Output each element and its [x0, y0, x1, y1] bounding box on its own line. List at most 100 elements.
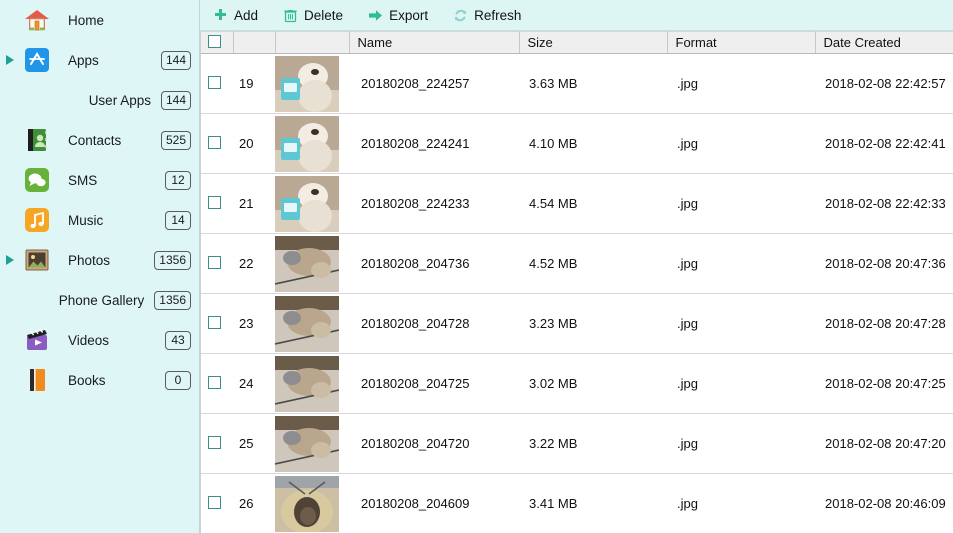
main-panel: Add Delete Export Refresh Name Size Form…	[200, 0, 953, 533]
row-checkbox[interactable]	[208, 375, 221, 389]
row-thumbnail-cell[interactable]	[275, 233, 349, 294]
row-checkbox-cell[interactable]	[201, 413, 233, 474]
export-button[interactable]: Export	[365, 3, 437, 27]
row-size: 3.02 MB	[519, 353, 667, 414]
row-checkbox[interactable]	[208, 435, 221, 449]
row-checkbox[interactable]	[208, 135, 221, 149]
row-date-created: 2018-02-08 20:47:36	[815, 233, 953, 294]
delete-button[interactable]: Delete	[280, 3, 352, 27]
select-all-checkbox[interactable]	[208, 34, 221, 48]
row-format: .jpg	[667, 353, 815, 414]
sidebar-item-photos[interactable]: Photos 1356	[0, 240, 199, 280]
photo-thumbnail[interactable]	[275, 295, 339, 352]
refresh-button[interactable]: Refresh	[450, 3, 530, 27]
column-header-thumbnail[interactable]	[275, 31, 350, 54]
table-row[interactable]: 20 20180208_224241 4.10 MB .jpg 2018-02-08 2…	[201, 113, 953, 174]
add-button[interactable]: Add	[210, 3, 267, 27]
row-thumbnail-cell[interactable]	[275, 413, 349, 474]
music-icon	[20, 207, 54, 233]
sidebar-item-apps[interactable]: Apps 144	[0, 40, 199, 80]
expand-arrow-icon[interactable]	[0, 55, 20, 65]
row-checkbox[interactable]	[208, 75, 221, 89]
plus-icon	[212, 7, 228, 23]
file-table-container[interactable]: Name Size Format Date Created 19 20180208…	[200, 31, 953, 533]
row-checkbox-cell[interactable]	[201, 53, 233, 114]
sidebar-item-label: Phone Gallery	[58, 292, 145, 308]
photo-thumbnail[interactable]	[275, 355, 339, 412]
row-thumbnail-cell[interactable]	[275, 293, 349, 354]
select-all-header[interactable]	[201, 31, 234, 54]
row-date-created: 2018-02-08 22:42:57	[815, 53, 953, 114]
row-checkbox-cell[interactable]	[201, 473, 233, 533]
delete-button-label: Delete	[304, 7, 344, 23]
sidebar-item-badge: 12	[165, 170, 191, 190]
row-date-created: 2018-02-08 22:42:41	[815, 113, 953, 174]
sidebar-item-label: Videos	[68, 332, 110, 348]
row-thumbnail-cell[interactable]	[275, 473, 349, 533]
sidebar-item-sms[interactable]: SMS 12	[0, 160, 199, 200]
row-checkbox-cell[interactable]	[201, 173, 233, 234]
row-checkbox-cell[interactable]	[201, 353, 233, 414]
column-header-date-created[interactable]: Date Created	[815, 31, 953, 54]
row-date-created: 2018-02-08 20:47:20	[815, 413, 953, 474]
row-index: 24	[233, 353, 275, 414]
sidebar-item-label: SMS	[68, 172, 98, 188]
sidebar-item-badge: 43	[165, 330, 191, 350]
sidebar-item-music[interactable]: Music 14	[0, 200, 199, 240]
table-row[interactable]: 21 20180208_224233 4.54 MB .jpg 2018-02-08 2…	[201, 173, 953, 234]
table-row[interactable]: 23 20180208_204728 3.23 MB .jpg 2018-02-08 2…	[201, 293, 953, 354]
photo-thumbnail[interactable]	[275, 415, 339, 472]
row-checkbox-cell[interactable]	[201, 233, 233, 294]
photo-thumbnail[interactable]	[275, 175, 339, 232]
sidebar: Home Apps 144 User Apps 144 Contacts 525…	[0, 0, 200, 533]
row-thumbnail-cell[interactable]	[275, 173, 349, 234]
table-row[interactable]: 24 20180208_204725 3.02 MB .jpg 2018-02-08 2…	[201, 353, 953, 414]
sidebar-item-videos[interactable]: Videos 43	[0, 320, 199, 360]
table-row[interactable]: 26 20180208_204609 3.41 MB .jpg 2018-02-08 2…	[201, 473, 953, 533]
refresh-button-label: Refresh	[474, 7, 522, 23]
row-checkbox-cell[interactable]	[201, 293, 233, 354]
row-name: 20180208_204720	[349, 413, 519, 474]
sidebar-item-badge: 1356	[154, 250, 191, 270]
export-button-label: Export	[389, 7, 429, 23]
row-checkbox[interactable]	[208, 495, 221, 509]
sidebar-item-badge: 144	[160, 90, 191, 110]
photo-thumbnail[interactable]	[275, 115, 339, 172]
expand-arrow-icon[interactable]	[0, 255, 20, 265]
photo-thumbnail[interactable]	[275, 235, 339, 292]
table-row[interactable]: 22 20180208_204736 4.52 MB .jpg 2018-02-08 2…	[201, 233, 953, 294]
refresh-icon	[452, 7, 468, 23]
column-header-size[interactable]: Size	[519, 31, 668, 54]
photo-thumbnail[interactable]	[275, 55, 339, 112]
row-checkbox[interactable]	[208, 315, 221, 329]
table-body: 19 20180208_224257 3.63 MB .jpg 2018-02-08 2…	[201, 53, 953, 533]
table-row[interactable]: 25 20180208_204720 3.22 MB .jpg 2018-02-08 2…	[201, 413, 953, 474]
row-index: 23	[233, 293, 275, 354]
sidebar-item-badge: 14	[165, 210, 191, 230]
row-name: 20180208_204728	[349, 293, 519, 354]
table-header-row: Name Size Format Date Created	[201, 31, 953, 54]
row-thumbnail-cell[interactable]	[275, 113, 349, 174]
sidebar-item-label: Music	[68, 212, 104, 228]
row-thumbnail-cell[interactable]	[275, 353, 349, 414]
sidebar-item-books[interactable]: Books 0	[0, 360, 199, 400]
row-checkbox[interactable]	[208, 255, 221, 269]
row-thumbnail-cell[interactable]	[275, 53, 349, 114]
row-date-created: 2018-02-08 22:42:33	[815, 173, 953, 234]
row-size: 3.41 MB	[519, 473, 667, 533]
sidebar-item-contacts[interactable]: Contacts 525	[0, 120, 199, 160]
column-header-index[interactable]	[233, 31, 276, 54]
toolbar: Add Delete Export Refresh	[200, 0, 953, 31]
column-header-name[interactable]: Name	[349, 31, 520, 54]
row-checkbox[interactable]	[208, 195, 221, 209]
sidebar-item-phone-gallery[interactable]: Phone Gallery 1356	[0, 280, 199, 320]
apps-icon	[20, 47, 54, 73]
photo-thumbnail[interactable]	[275, 475, 339, 532]
column-header-format[interactable]: Format	[667, 31, 816, 54]
row-checkbox-cell[interactable]	[201, 113, 233, 174]
table-row[interactable]: 19 20180208_224257 3.63 MB .jpg 2018-02-08 2…	[201, 53, 953, 114]
sidebar-item-label: User Apps	[88, 92, 151, 108]
sidebar-item-user-apps[interactable]: User Apps 144	[0, 80, 199, 120]
row-name: 20180208_224233	[349, 173, 519, 234]
sidebar-item-home[interactable]: Home	[0, 0, 199, 40]
